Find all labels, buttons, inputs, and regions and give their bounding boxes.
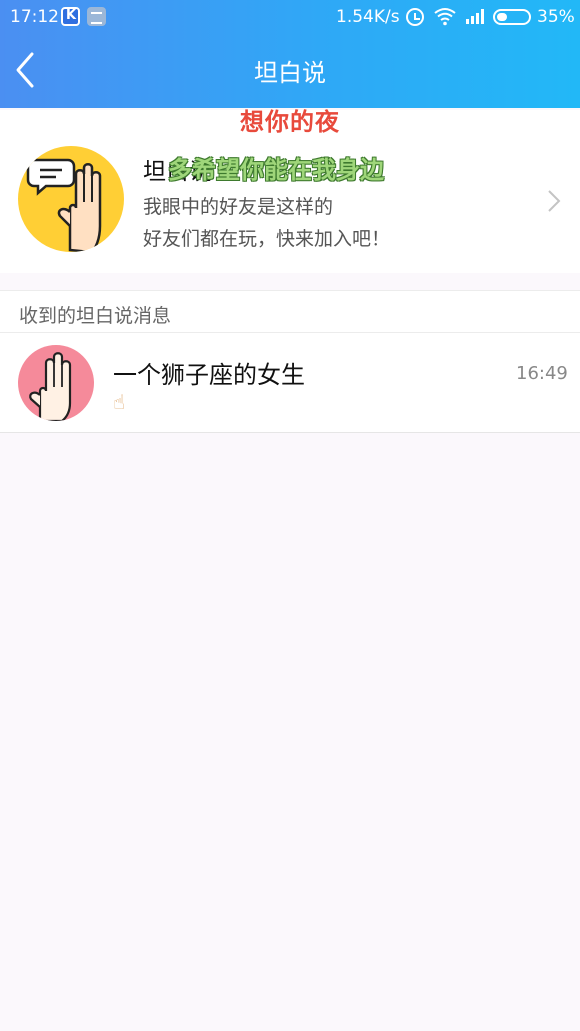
overlay-text-green: 多希望你能在我身边 <box>168 156 384 184</box>
battery-percent: 35% <box>537 7 575 27</box>
network-speed: 1.54K/s <box>336 7 400 27</box>
message-list-item[interactable]: 一个狮子座的女生 ☝ 16:49 <box>0 333 580 433</box>
status-bar: 17:12 1.54K/s 35% <box>0 0 580 34</box>
overlay-text-red: 想你的夜 <box>240 108 340 136</box>
k-app-icon <box>61 7 80 26</box>
status-time: 17:12 <box>10 7 59 27</box>
speech-bubble-hand-icon <box>18 146 124 252</box>
hand-icon <box>18 345 94 421</box>
notes-app-icon <box>87 7 106 26</box>
wifi-icon <box>434 8 456 26</box>
feature-description-line2: 好友们都在玩，快来加入吧！ <box>143 228 391 250</box>
chevron-right-icon <box>548 190 561 212</box>
section-header: 收到的坦白说消息 <box>0 290 580 333</box>
feature-description-line1: 我眼中的好友是这样的 <box>143 196 334 218</box>
battery-icon <box>493 9 531 25</box>
alarm-icon <box>406 8 424 26</box>
message-time: 16:49 <box>516 363 568 384</box>
app-header: 17:12 1.54K/s 35% 坦白说 <box>0 0 580 108</box>
message-sender-name: 一个狮子座的女生 <box>113 361 305 389</box>
signal-icon <box>466 9 484 24</box>
message-preview-emoji: ☝ <box>113 390 126 414</box>
section-label: 收到的坦白说消息 <box>19 305 172 327</box>
page-title: 坦白说 <box>254 59 326 87</box>
